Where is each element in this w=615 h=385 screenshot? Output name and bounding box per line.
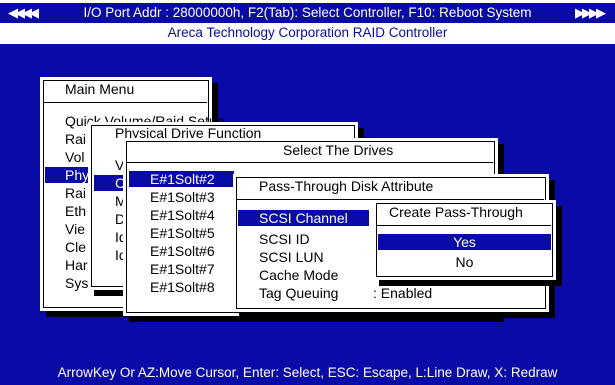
drive-item-slot-3[interactable]: E#1Solt#3 [150,189,215,205]
controller-title: Areca Technology Corporation RAID Contro… [167,25,448,40]
drive-item-slot-8[interactable]: E#1Solt#8 [150,279,215,295]
drive-item-slot-5[interactable]: E#1Solt#5 [150,225,215,241]
main-menu-divider [43,102,207,103]
footer-help-bar: ArrowKey Or AZ:Move Cursor, Enter: Selec… [0,360,615,385]
tag-queuing-value: : Enabled [373,285,433,301]
io-port-info: I/O Port Addr : 28000000h, F2(Tab): Sele… [83,5,532,20]
left-arrows-icon: ◀◀◀◀ [8,5,39,20]
select-drives-title: Select The Drives [283,142,394,158]
header-bar: ◀◀◀◀ I/O Port Addr : 28000000h, F2(Tab):… [0,0,615,44]
tag-queuing-item[interactable]: Tag Queuing [259,285,338,301]
scsi-id-item[interactable]: SCSI ID [259,231,310,247]
main-menu-item-ethernet[interactable]: Eth [65,203,86,219]
create-passthrough-divider [376,225,551,226]
main-menu-item-clear[interactable]: Cle [65,239,86,255]
create-passthrough-title: Create Pass-Through [389,204,523,220]
drive-item-slot-7[interactable]: E#1Solt#7 [150,261,215,277]
drive-item-slot-4[interactable]: E#1Solt#4 [150,207,215,223]
passthrough-title: Pass-Through Disk Attribute [259,178,434,194]
header-status-line: ◀◀◀◀ I/O Port Addr : 28000000h, F2(Tab):… [0,3,615,23]
main-menu-item-view[interactable]: Vie [65,221,85,237]
cache-mode-item[interactable]: Cache Mode [259,267,338,283]
no-option[interactable]: No [378,254,551,270]
drive-item-slot-2[interactable]: E#1Solt#2 [129,171,234,187]
main-menu-title: Main Menu [65,81,135,97]
main-menu-item-raid[interactable]: Rai [65,131,86,147]
drive-item-slot-6[interactable]: E#1Solt#6 [150,243,215,259]
main-menu-item-volume[interactable]: Vol [65,149,84,165]
create-passthrough-dialog: Create Pass-Through Yes No [373,200,556,280]
scsi-lun-item[interactable]: SCSI LUN [259,249,324,265]
select-drives-divider [126,162,493,163]
scsi-channel-item[interactable]: SCSI Channel [238,210,369,226]
main-menu-item-raid-function[interactable]: Rai [65,185,86,201]
right-arrows-icon: ▶▶▶▶ [575,5,606,20]
yes-option[interactable]: Yes [378,234,551,250]
